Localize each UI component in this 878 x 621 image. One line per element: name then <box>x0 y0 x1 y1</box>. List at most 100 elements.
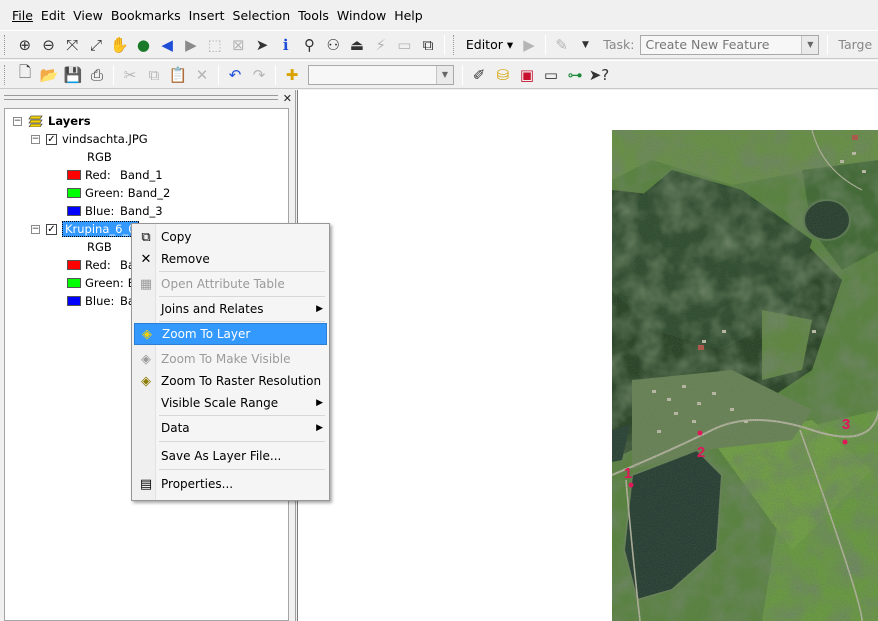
task-dropdown[interactable]: Create New Feature ▼ <box>640 34 820 55</box>
editor-menu-button[interactable]: Editor ▾ <box>462 34 517 56</box>
cut-scissors-icon[interactable]: ✂ <box>118 64 142 86</box>
whats-this-help-icon[interactable]: ➤? <box>587 64 611 86</box>
layers-stack-icon <box>28 115 44 128</box>
collapse-icon[interactable]: − <box>13 116 22 126</box>
paste-icon[interactable]: 📋 <box>166 64 190 86</box>
menu-tools[interactable]: Tools <box>294 8 333 23</box>
editor-toolbar-icon[interactable]: ✐ <box>467 64 491 86</box>
menu-separator <box>159 415 325 416</box>
open-folder-icon[interactable]: 📂 <box>37 64 61 86</box>
zoom-out-icon[interactable]: ⊖ <box>37 34 61 56</box>
layer-name-selected[interactable]: Krupina_6_0 <box>62 221 139 237</box>
tools-toolbar: ⊕ ⊖ ⤧ ⤢ ✋ ● ◀ ▶ ⬚ ⊠ ➤ ℹ ⚲ ⚇ ⏏ ⚡ ▭ ⧉ Edit… <box>0 30 878 59</box>
menu-file[interactable]: File <box>8 8 37 23</box>
print-icon[interactable]: ⎙ <box>85 64 109 86</box>
save-disk-icon[interactable]: 💾 <box>61 64 85 86</box>
identify-icon[interactable]: ℹ <box>274 34 298 56</box>
select-elements-pointer-icon[interactable]: ➤ <box>250 34 274 56</box>
collapse-icon[interactable]: − <box>31 224 40 234</box>
menu-edit[interactable]: Edit <box>37 8 69 23</box>
layer-row-vindsachta[interactable]: − ✓ vindsachta.JPG <box>31 130 148 148</box>
copy-icon: ⧉ <box>141 229 151 245</box>
layer-visibility-checkbox[interactable]: ✓ <box>46 223 57 235</box>
chevron-down-icon[interactable]: ▼ <box>436 65 453 84</box>
toc-grip[interactable] <box>4 95 278 100</box>
map-scale-dropdown[interactable]: ▼ <box>308 64 454 85</box>
collapse-icon[interactable]: − <box>31 134 40 144</box>
delete-x-icon[interactable]: ✕ <box>190 64 214 86</box>
menu-bar: File Edit View Bookmarks Insert Selectio… <box>0 0 878 30</box>
red-swatch <box>67 260 81 270</box>
menu-selection[interactable]: Selection <box>229 8 295 23</box>
copy-icon[interactable]: ⧉ <box>142 64 166 86</box>
menu-window[interactable]: Window <box>333 8 390 23</box>
green-swatch <box>67 188 81 198</box>
menu-item-zoom-make-visible[interactable]: ◈ Zoom To Make Visible <box>134 348 327 370</box>
layer-visibility-checkbox[interactable]: ✓ <box>46 133 57 145</box>
remove-x-icon: ✕ <box>140 251 152 267</box>
menu-item-data[interactable]: Data ▶ <box>134 417 327 439</box>
menu-item-properties[interactable]: ▤ Properties... <box>134 473 327 495</box>
fixed-zoom-in-icon[interactable]: ⤧ <box>60 34 84 56</box>
redo-icon[interactable]: ↷ <box>247 64 271 86</box>
toolbar-separator <box>462 64 463 85</box>
clear-selection-icon[interactable]: ⊠ <box>226 34 250 56</box>
toolbar-grip[interactable] <box>4 64 8 85</box>
menu-help[interactable]: Help <box>390 8 427 23</box>
hyperlink-icon[interactable]: ⚡ <box>369 34 393 56</box>
legend-rgb-label: RGB <box>87 240 112 254</box>
aerial-photo-svg: 1 2 3 <box>612 130 878 621</box>
menu-item-joins-relates[interactable]: Joins and Relates ▶ <box>134 298 327 320</box>
new-document-icon[interactable]: 🗋 <box>13 63 37 86</box>
model-builder-icon[interactable]: ⊶ <box>563 64 587 86</box>
forward-arrow-icon[interactable]: ▶ <box>179 34 203 56</box>
menu-item-save-layer-file[interactable]: Save As Layer File... <box>134 445 327 467</box>
menu-item-remove[interactable]: ✕ Remove <box>134 248 327 270</box>
menu-item-visible-scale-range[interactable]: Visible Scale Range ▶ <box>134 392 327 414</box>
legend-red-band: Red: Ba <box>67 256 135 274</box>
layer-row-krupina[interactable]: − ✓ Krupina_6_0 <box>31 220 139 238</box>
catalog-icon[interactable]: ⛁ <box>491 64 515 86</box>
chevron-down-icon[interactable]: ▼ <box>801 35 819 54</box>
menu-insert[interactable]: Insert <box>185 8 229 23</box>
menu-separator <box>159 321 325 322</box>
toolbar-grip[interactable] <box>4 34 8 55</box>
menu-separator <box>159 441 325 442</box>
menu-item-zoom-to-layer[interactable]: ◈ Zoom To Layer <box>134 323 327 345</box>
zoom-raster-icon: ◈ <box>141 373 151 389</box>
fixed-zoom-out-icon[interactable]: ⤢ <box>84 34 108 56</box>
menu-item-copy[interactable]: ⧉ Copy <box>134 226 327 248</box>
editor-toolbar-grip[interactable] <box>452 34 457 55</box>
arctoolbox-icon[interactable]: ▣ <box>515 64 539 86</box>
zoom-to-layer-icon: ◈ <box>142 326 152 342</box>
legend-blue-band: Blue: Ba <box>67 292 135 310</box>
sketch-dropdown-icon[interactable]: ▼ <box>574 34 598 56</box>
python-window-icon[interactable]: ▭ <box>539 64 563 86</box>
full-extent-globe-icon[interactable]: ● <box>132 34 156 56</box>
map-display[interactable]: 1 2 3 <box>297 90 878 621</box>
measure-icon[interactable]: ⏏ <box>345 34 369 56</box>
menu-view[interactable]: View <box>69 8 107 23</box>
menu-bookmarks[interactable]: Bookmarks <box>107 8 185 23</box>
layers-root-row[interactable]: − Layers <box>13 112 91 130</box>
back-arrow-icon[interactable]: ◀ <box>155 34 179 56</box>
pan-hand-icon[interactable]: ✋ <box>108 34 132 56</box>
toolbar-separator <box>113 64 114 85</box>
sketch-pencil-icon[interactable]: ✎ <box>550 34 574 56</box>
undo-icon[interactable]: ↶ <box>223 64 247 86</box>
add-data-icon[interactable]: ✚ <box>280 64 304 86</box>
find-binoculars-icon[interactable]: ⚲ <box>298 34 322 56</box>
select-features-icon[interactable]: ⬚ <box>203 34 227 56</box>
red-swatch <box>67 170 81 180</box>
html-popup-icon[interactable]: ▭ <box>392 34 416 56</box>
menu-item-zoom-raster-resolution[interactable]: ◈ Zoom To Raster Resolution <box>134 370 327 392</box>
submenu-arrow-icon: ▶ <box>316 304 323 314</box>
submenu-arrow-icon: ▶ <box>316 423 323 433</box>
edit-tool-icon[interactable]: ▶ <box>517 34 541 56</box>
create-viewer-icon[interactable]: ⧉ <box>416 34 440 56</box>
close-icon[interactable]: ✕ <box>283 92 292 105</box>
menu-item-open-attribute-table[interactable]: ▦ Open Attribute Table <box>134 273 327 295</box>
legend-rgb-label: RGB <box>87 150 112 164</box>
zoom-in-icon[interactable]: ⊕ <box>13 34 37 56</box>
route-icon[interactable]: ⚇ <box>321 34 345 56</box>
